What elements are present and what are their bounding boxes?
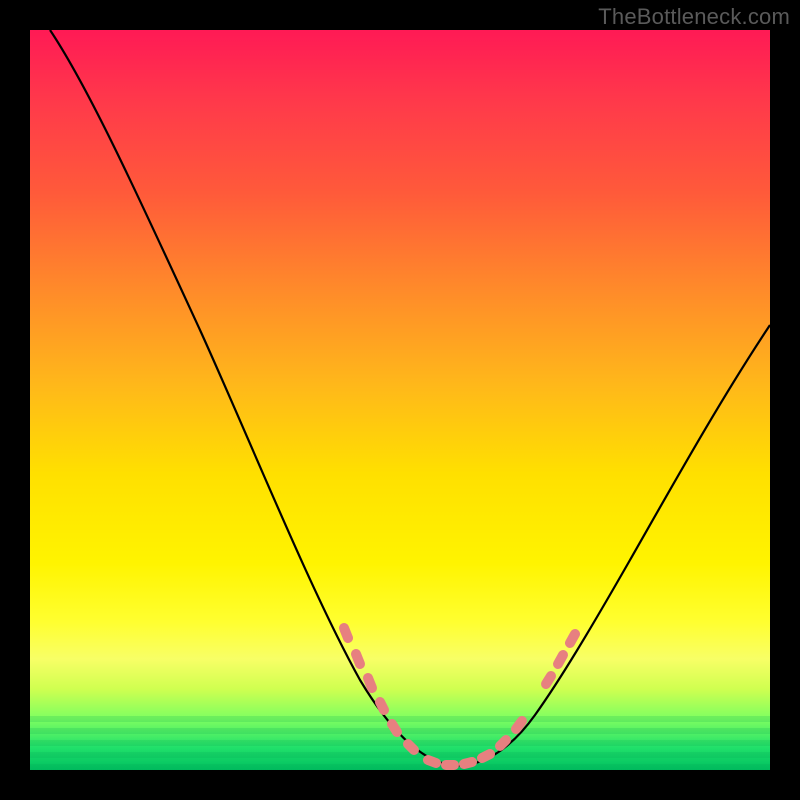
marker-dot [408, 744, 414, 750]
marker-dot [464, 762, 472, 764]
marker-dot [380, 702, 384, 710]
watermark-text: TheBottleneck.com [598, 4, 790, 30]
marker-dot [344, 628, 348, 638]
chart-svg [30, 30, 770, 770]
marker-dot [570, 634, 575, 643]
plot-area [30, 30, 770, 770]
marker-dot [558, 655, 563, 664]
marker-dot [368, 678, 372, 688]
chart-frame: TheBottleneck.com [0, 0, 800, 800]
bottleneck-curve-path [50, 30, 770, 766]
marker-dot [428, 760, 436, 763]
marker-dot [546, 676, 551, 684]
marker-dot [482, 754, 490, 758]
marker-dot [516, 721, 522, 729]
marker-dot [356, 654, 360, 664]
marker-group [344, 628, 575, 765]
marker-dot [500, 740, 506, 746]
marker-dot [392, 724, 397, 732]
